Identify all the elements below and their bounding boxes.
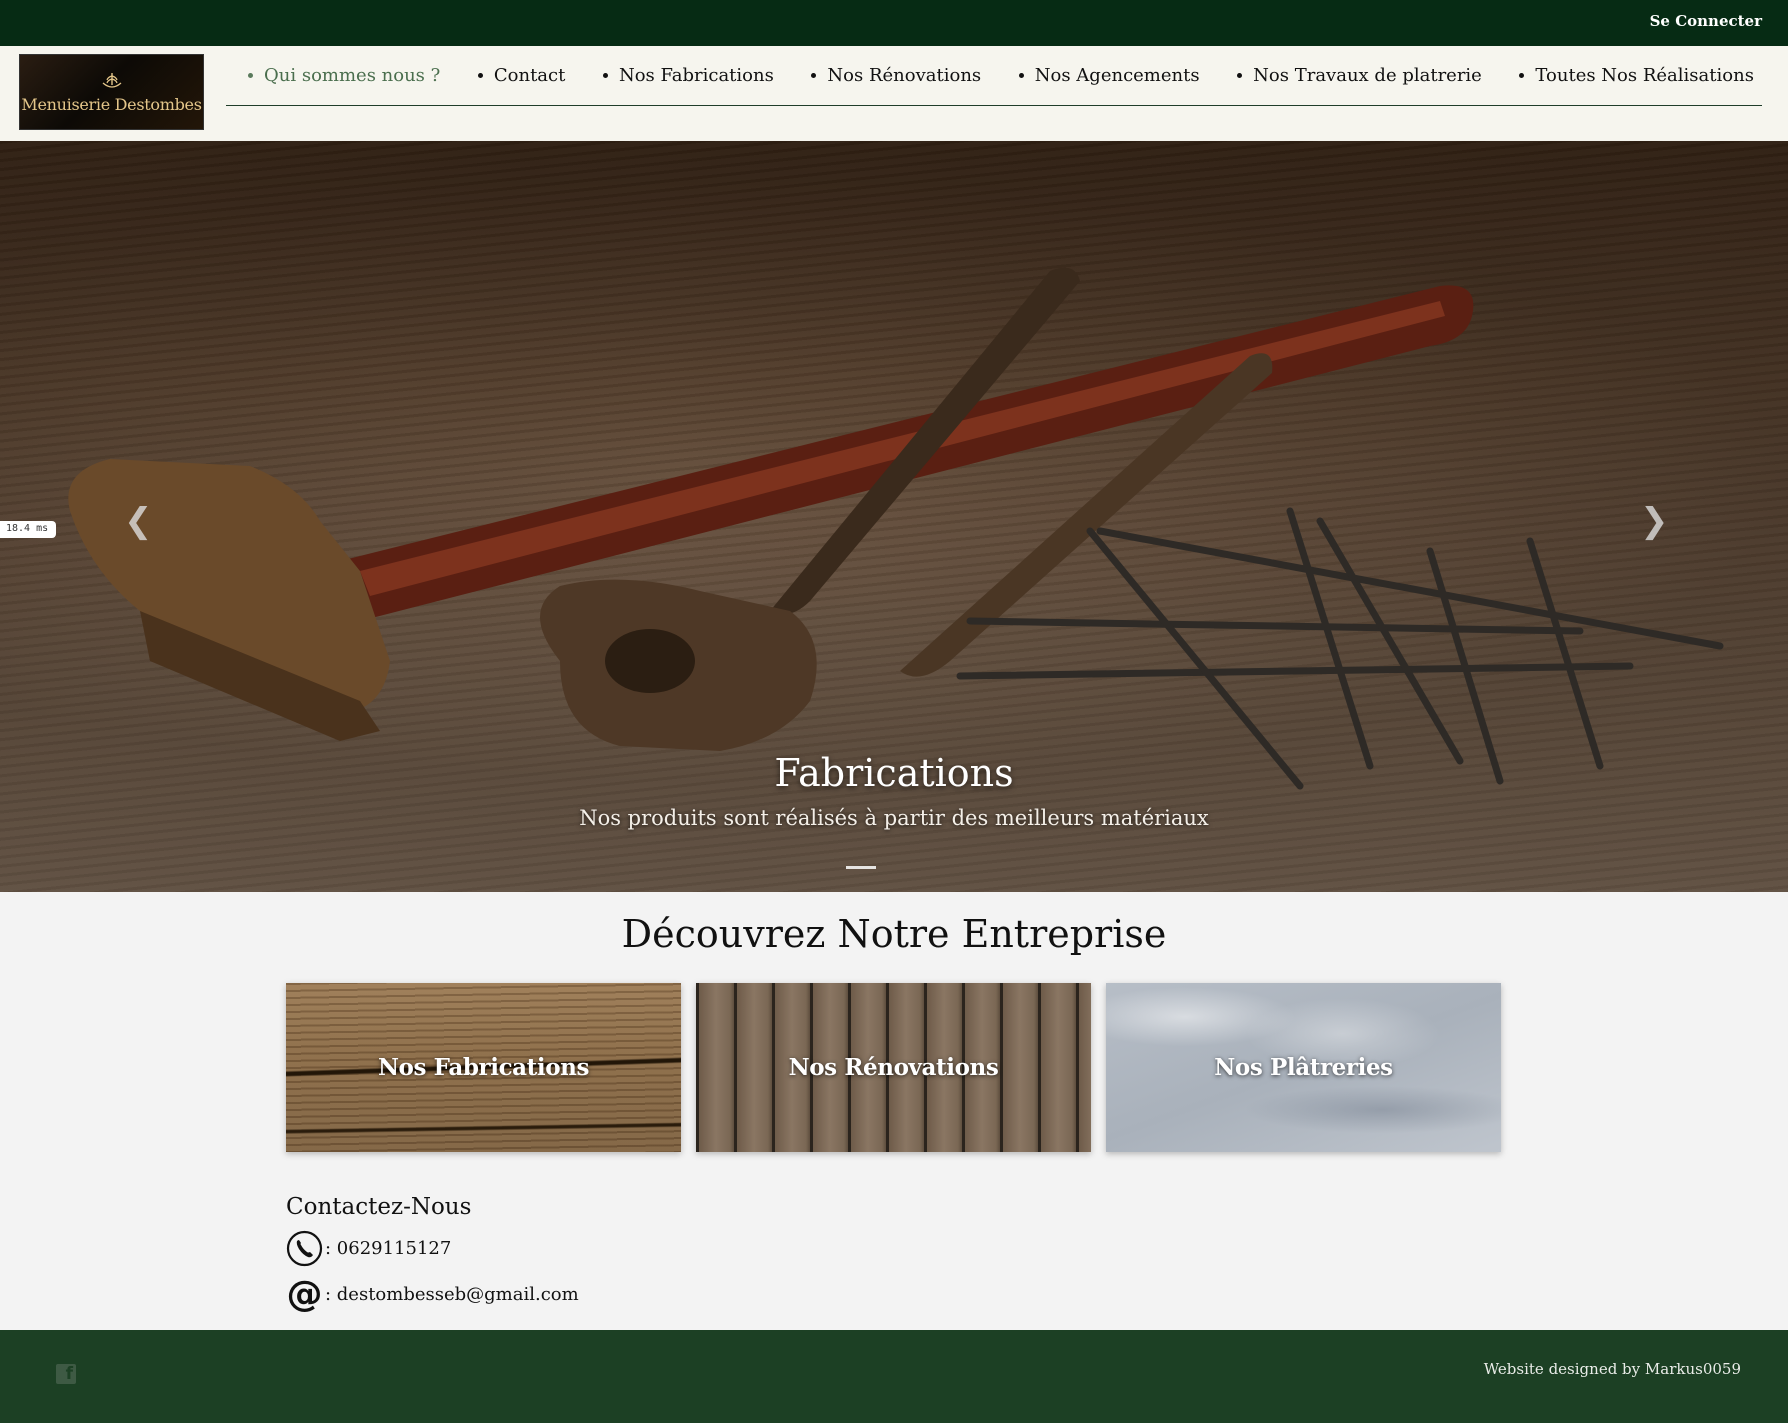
card-label: Nos Rénovations [788,1054,999,1081]
chevron-right-icon[interactable]: ❯ [1640,501,1669,541]
card-fabrications[interactable]: Nos Fabrications [286,983,681,1152]
nav-item-qui-sommes-nous[interactable]: Qui sommes nous ? [248,65,440,86]
nav-label: Nos Rénovations [827,65,982,86]
card-label: Nos Fabrications [377,1054,590,1081]
bullet-icon [811,73,817,78]
hero-carousel: 18.4 ms ❮ ❯ Fabrications Nos produits so… [0,141,1788,892]
facebook-icon[interactable]: f [56,1364,76,1384]
main-nav: Qui sommes nous ? Contact Nos Fabricatio… [226,46,1762,106]
nav-label: Nos Fabrications [618,65,774,86]
section-title: Découvrez Notre Entreprise [621,912,1167,956]
nav-label: Toutes Nos Réalisations [1535,65,1754,86]
card-platreries[interactable]: Nos Plâtreries [1106,983,1501,1152]
contact-email: @ : destombesseb@gmail.com [286,1274,579,1315]
nav-label: Qui sommes nous ? [264,65,441,86]
bullet-icon [1018,73,1024,78]
bullet-icon [1519,73,1525,78]
login-link[interactable]: Se Connecter [1650,12,1762,30]
card-renovations[interactable]: Nos Rénovations [696,983,1091,1152]
email-address[interactable]: : destombesseb@gmail.com [325,1284,579,1305]
contact-phone: : 0629115127 [286,1230,451,1267]
nav-item-agencements[interactable]: Nos Agencements [1018,65,1200,86]
phone-number[interactable]: : 0629115127 [325,1238,451,1259]
contact-title: Contactez-Nous [286,1194,472,1220]
nav-item-realisations[interactable]: Toutes Nos Réalisations [1519,65,1754,86]
logo-text: Menuiserie Destombes [21,94,202,114]
bullet-icon [1237,73,1243,78]
nav-item-platrerie[interactable]: Nos Travaux de platrerie [1237,65,1482,86]
phone-icon [286,1230,323,1267]
nav-item-renovations[interactable]: Nos Rénovations [811,65,981,86]
card-label: Nos Plâtreries [1214,1054,1393,1081]
carousel-indicator[interactable] [846,866,876,869]
nav-item-fabrications[interactable]: Nos Fabrications [602,65,774,86]
bullet-icon [477,73,483,78]
timing-badge: 18.4 ms [0,521,56,538]
wheat-emblem-icon [102,72,121,88]
top-bar: Se Connecter [0,0,1788,46]
nav-item-contact[interactable]: Contact [477,65,566,86]
chevron-left-icon[interactable]: ❮ [124,501,153,541]
hero-subtitle: Nos produits sont réalisés à partir des … [579,806,1209,830]
logo[interactable]: Menuiserie Destombes [19,54,204,130]
nav-label: Contact [493,65,566,86]
nav-label: Nos Agencements [1034,65,1200,86]
at-sign-icon: @ [286,1274,323,1315]
site-footer: f Website designed by Markus0059 [0,1330,1788,1423]
footer-credit: Website designed by Markus0059 [1483,1360,1741,1378]
bullet-icon [602,73,608,78]
hero-title: Fabrications [774,751,1014,795]
bullet-icon [248,73,253,78]
nav-label: Nos Travaux de platrerie [1253,65,1482,86]
